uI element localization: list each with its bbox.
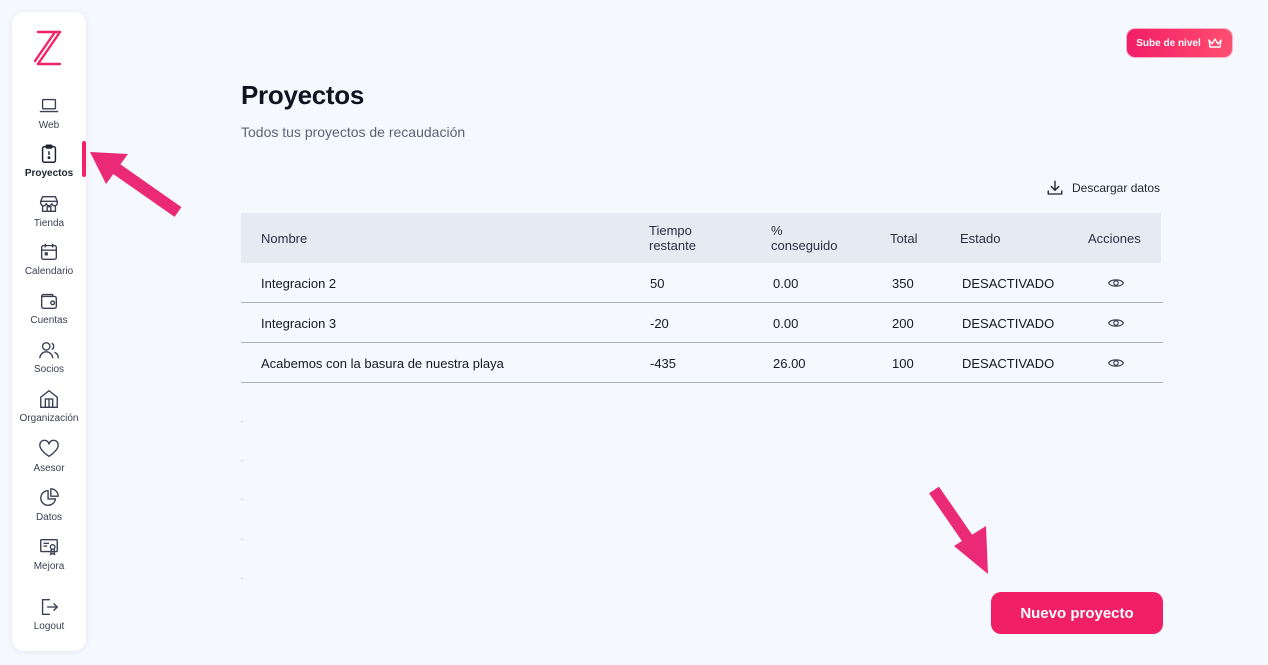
sidebar-item-socios[interactable]: Socios xyxy=(12,339,86,375)
sidebar-item-asesor[interactable]: Asesor xyxy=(12,438,86,474)
building-icon xyxy=(40,389,58,408)
sidebar-item-label: Proyectos xyxy=(24,168,74,179)
sidebar-item-calendario[interactable]: Calendario xyxy=(12,241,86,277)
column-header-nombre: Nombre xyxy=(261,231,308,246)
table-row: Integracion 3 -20 0.00 200 DESACTIVADO xyxy=(241,303,1163,343)
eye-icon xyxy=(1107,359,1125,367)
sidebar-item-label: Organización xyxy=(19,413,79,424)
view-project-button[interactable] xyxy=(1107,303,1125,343)
certificate-icon xyxy=(40,538,58,556)
sidebar-item-cuentas[interactable]: Cuentas xyxy=(12,290,86,326)
sidebar-item-logout[interactable]: Logout xyxy=(12,596,86,632)
view-project-button[interactable] xyxy=(1107,343,1125,383)
cell-nombre: Acabemos con la basura de nuestra playa xyxy=(261,355,504,371)
table-row: Acabemos con la basura de nuestra playa … xyxy=(241,343,1163,383)
column-header-porcentaje-line1: % xyxy=(771,223,783,238)
download-data-label: Descargar datos xyxy=(1072,181,1161,195)
column-header-tiempo: Tiempo restante xyxy=(649,223,696,253)
new-project-button[interactable]: Nuevo proyecto xyxy=(991,592,1163,634)
cell-total: 200 xyxy=(892,315,914,331)
column-header-tiempo-line1: Tiempo xyxy=(649,223,692,238)
sidebar-item-label: Cuentas xyxy=(30,315,68,326)
eye-icon xyxy=(1107,279,1125,287)
sidebar-item-label: Asesor xyxy=(33,463,65,474)
column-header-estado: Estado xyxy=(960,231,1001,246)
sidebar-item-label: Logout xyxy=(33,621,65,632)
download-data-button[interactable]: Descargar datos xyxy=(1046,179,1160,197)
sidebar-item-mejora[interactable]: Mejora xyxy=(12,536,86,572)
page-title: Proyectos xyxy=(241,80,365,110)
sidebar-item-label: Datos xyxy=(35,512,63,523)
users-icon xyxy=(39,341,59,359)
cell-total: 100 xyxy=(892,355,914,371)
sidebar-item-label: Mejora xyxy=(33,561,65,572)
store-icon xyxy=(39,195,59,213)
eye-icon xyxy=(1107,319,1125,327)
empty-row-marker xyxy=(241,539,243,540)
upgrade-button[interactable]: Sube de nivel xyxy=(1126,28,1233,58)
sidebar-item-proyectos[interactable]: Proyectos xyxy=(12,143,86,179)
annotation-arrow-icon xyxy=(929,486,988,574)
sidebar-item-datos[interactable]: Datos xyxy=(12,487,86,523)
cell-total: 350 xyxy=(892,275,914,291)
column-header-porcentaje-line2: conseguido xyxy=(771,238,838,253)
table-row: Integracion 2 50 0.00 350 DESACTIVADO xyxy=(241,263,1163,303)
upgrade-button-label: Sube de nivel xyxy=(1136,37,1201,49)
download-icon xyxy=(1047,180,1063,195)
sidebar-item-tienda[interactable]: Tienda xyxy=(12,193,86,229)
annotation-arrow-icon xyxy=(90,152,182,217)
sidebar-item-label: Socios xyxy=(33,364,64,375)
cell-nombre: Integracion 2 xyxy=(261,275,337,291)
cell-tiempo: 50 xyxy=(650,275,665,291)
cell-estado: DESACTIVADO xyxy=(962,355,1055,371)
cell-porcentaje: 0.00 xyxy=(773,275,799,291)
calendar-icon xyxy=(40,243,58,261)
sidebar-item-organizacion[interactable]: Organización xyxy=(12,388,86,424)
projects-table: Nombre Tiempo restante % conseguido Tota… xyxy=(241,213,1163,383)
cell-estado: DESACTIVADO xyxy=(962,315,1055,331)
sidebar-item-label: Calendario xyxy=(24,266,74,277)
cell-porcentaje: 0.00 xyxy=(773,315,799,331)
laptop-icon xyxy=(39,98,59,113)
sidebar-item-label: Tienda xyxy=(33,218,65,229)
column-header-acciones: Acciones xyxy=(1088,231,1141,246)
crown-icon xyxy=(1208,38,1222,48)
heart-icon xyxy=(39,439,59,458)
app-logo[interactable] xyxy=(34,28,64,68)
column-header-total: Total xyxy=(890,231,918,246)
sidebar-item-label: Web xyxy=(38,120,60,131)
column-header-porcentaje: % conseguido xyxy=(771,223,838,253)
empty-row-marker xyxy=(241,578,243,579)
empty-row-marker xyxy=(241,421,243,422)
page-subtitle: Todos tus proyectos de recaudación xyxy=(241,124,466,140)
cell-tiempo: -435 xyxy=(650,355,677,371)
view-project-button[interactable] xyxy=(1107,263,1125,303)
empty-row-marker xyxy=(241,460,243,461)
table-header: Nombre Tiempo restante % conseguido Tota… xyxy=(241,213,1161,263)
logout-icon xyxy=(41,598,59,616)
wallet-icon xyxy=(40,293,58,310)
column-header-tiempo-line2: restante xyxy=(649,238,696,253)
cell-tiempo: -20 xyxy=(650,315,669,331)
empty-row-marker xyxy=(241,499,243,500)
cell-porcentaje: 26.00 xyxy=(773,355,806,371)
pie-chart-icon xyxy=(40,488,59,506)
cell-estado: DESACTIVADO xyxy=(962,275,1055,291)
sidebar: Web Proyectos Tienda Calendario Cuentas … xyxy=(12,12,86,651)
clipboard-icon xyxy=(41,144,57,163)
cell-nombre: Integracion 3 xyxy=(261,315,337,331)
sidebar-item-web[interactable]: Web xyxy=(12,95,86,131)
